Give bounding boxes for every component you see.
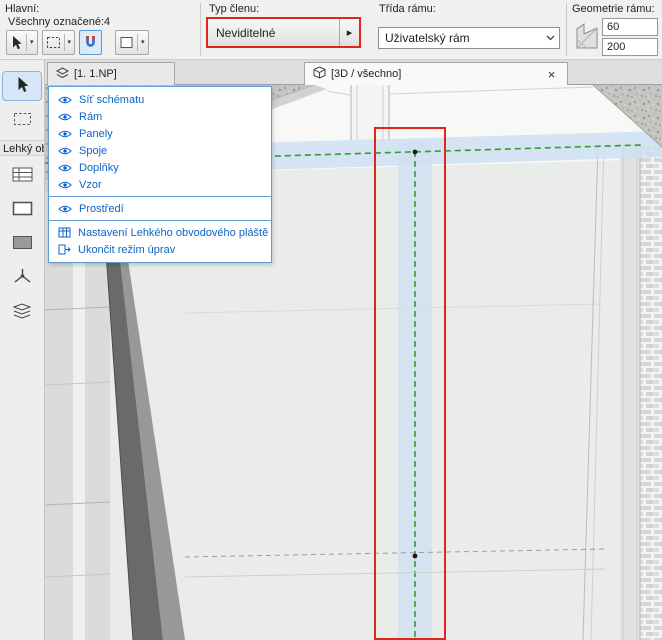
submenu-arrow-icon[interactable]: ▸	[339, 19, 359, 46]
eye-icon	[58, 180, 72, 190]
popup-item-frame[interactable]: Rám	[49, 108, 271, 125]
3d-box-icon	[313, 66, 326, 82]
popup-separator	[49, 220, 271, 221]
scheme-tool-button[interactable]	[3, 162, 41, 190]
popup-item-scheme-grid[interactable]: Síť schématu	[49, 91, 271, 108]
junction-axes-icon	[13, 268, 32, 288]
select-tool-button[interactable]	[2, 71, 42, 101]
junction-tool-button[interactable]	[3, 264, 41, 292]
marquee-icon	[13, 112, 32, 129]
main-area: [1. 1.NP] [3D / všechno] × Síť schématu …	[45, 60, 662, 640]
visibility-popup: Síť schématu Rám Panely Spoje Doplňky Vz…	[48, 86, 272, 263]
selection-info-label: Všechny označené:4	[8, 16, 111, 28]
popup-item-label: Panely	[79, 127, 113, 140]
divider	[137, 34, 139, 51]
marquee-mode-button[interactable]: ▾	[41, 30, 76, 55]
tool-palette: Lehký ob	[0, 60, 45, 640]
popup-item-panels[interactable]: Panely	[49, 125, 271, 142]
eye-icon	[58, 112, 72, 122]
popup-item-label: Síť schématu	[79, 93, 145, 106]
divider	[63, 34, 65, 51]
top-toolbar: Hlavní: Všechny označené:4 ▾ ▾ ▾ Typ čle…	[0, 0, 662, 60]
chevron-down-icon[interactable]	[541, 35, 559, 41]
settings-grid-icon	[58, 227, 71, 238]
story-icon	[55, 66, 70, 82]
tab-bar: [1. 1.NP] [3D / všechno] ×	[45, 60, 662, 85]
panel-tool-icon	[12, 235, 33, 253]
magnet-toggle-button[interactable]	[79, 30, 103, 55]
eye-icon	[58, 95, 72, 105]
chevron-down-icon[interactable]: ▾	[141, 39, 145, 46]
popup-item-environment[interactable]: Prostředí	[49, 200, 271, 217]
layers-icon	[12, 302, 32, 322]
popup-item-label: Ukončit režim úprav	[78, 243, 176, 256]
popup-item-cw-settings[interactable]: Nastavení Lehkého obvodového pláště	[49, 224, 271, 241]
frame-geometry-icon	[574, 21, 600, 54]
eye-icon	[58, 146, 72, 156]
panel-tool-button[interactable]	[3, 230, 41, 258]
top-mullion	[350, 85, 390, 141]
toolbar-separator	[200, 3, 201, 56]
popup-item-label: Vzor	[79, 178, 102, 191]
member-type-label: Typ členu:	[209, 3, 260, 15]
divider	[26, 34, 27, 51]
palette-section-label: Lehký ob	[0, 140, 44, 156]
member-type-value: Neviditelné	[216, 25, 276, 40]
frame-width-field[interactable]: 60	[602, 18, 658, 36]
popup-item-label: Prostředí	[79, 202, 124, 215]
popup-separator	[49, 196, 271, 197]
scheme-grid-icon	[12, 167, 33, 185]
popup-item-label: Rám	[79, 110, 103, 123]
popup-item-label: Doplňky	[79, 161, 119, 174]
3d-viewport[interactable]: Síť schématu Rám Panely Spoje Doplňky Vz…	[45, 85, 662, 640]
marquee-icon	[46, 36, 61, 49]
popup-item-pattern[interactable]: Vzor	[49, 176, 271, 193]
tab-label: [1. 1.NP]	[74, 68, 117, 80]
square-outline-icon	[119, 36, 134, 49]
frame-class-value: Uživatelský rám	[385, 31, 470, 45]
popup-item-accessories[interactable]: Doplňky	[49, 159, 271, 176]
frame-tool-icon	[12, 201, 33, 219]
frame-width-value: 60	[607, 21, 620, 33]
popup-item-exit-edit-mode[interactable]: Ukončit režim úprav	[49, 241, 271, 258]
frame-geometry-label: Geometrie rámu:	[572, 3, 655, 15]
frame-height-field[interactable]: 200	[602, 38, 658, 56]
select-mode-button[interactable]: ▾	[6, 30, 38, 55]
popup-item-label: Spoje	[79, 144, 108, 157]
main-section-label: Hlavní:	[5, 3, 40, 15]
arrow-cursor-icon	[15, 76, 30, 96]
chevron-down-icon[interactable]: ▾	[68, 39, 72, 46]
member-type-combo[interactable]: Neviditelné ▸	[206, 17, 361, 48]
eye-icon	[58, 204, 72, 214]
popup-item-label: Nastavení Lehkého obvodového pláště	[78, 226, 269, 239]
marquee-tool-button[interactable]	[3, 106, 41, 134]
accessory-tool-button[interactable]	[3, 298, 41, 326]
frame-tool-button[interactable]	[3, 196, 41, 224]
tab-label: [3D / všechno]	[331, 68, 402, 80]
popup-item-junctions[interactable]: Spoje	[49, 142, 271, 159]
selection-shape-button[interactable]: ▾	[115, 30, 149, 55]
close-icon[interactable]: ×	[544, 67, 559, 82]
chevron-down-icon[interactable]: ▾	[30, 39, 34, 46]
eye-icon	[58, 163, 72, 173]
tab-floor-plan[interactable]: [1. 1.NP]	[47, 62, 175, 85]
frame-height-value: 200	[607, 41, 626, 53]
toolbar-separator	[566, 3, 567, 56]
eye-icon	[58, 129, 72, 139]
magnet-icon	[83, 35, 98, 50]
arrow-cursor-icon	[10, 35, 23, 50]
frame-class-select[interactable]: Uživatelský rám	[378, 27, 560, 49]
frame-class-label: Třída rámu:	[379, 3, 436, 15]
exit-icon	[58, 244, 71, 255]
tab-3d-view[interactable]: [3D / všechno] ×	[304, 62, 568, 85]
